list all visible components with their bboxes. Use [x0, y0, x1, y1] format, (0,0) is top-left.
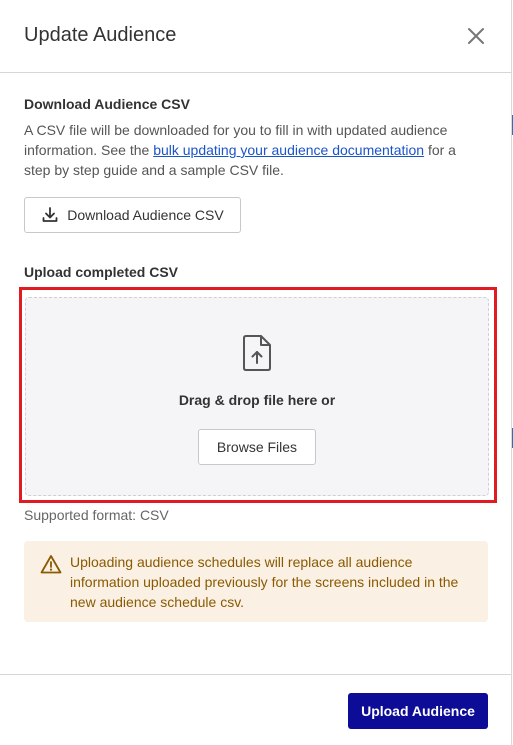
download-csv-label: Download Audience CSV: [67, 207, 224, 223]
modal-title: Update Audience: [24, 24, 177, 46]
close-icon: [468, 28, 484, 44]
upload-audience-button[interactable]: Upload Audience: [348, 693, 488, 729]
page: Update Audience Download Audience CSV A …: [0, 0, 513, 745]
warning-text: Uploading audience schedules will replac…: [70, 554, 459, 610]
download-csv-button[interactable]: Download Audience CSV: [24, 197, 241, 233]
download-section-heading: Download Audience CSV: [24, 96, 190, 112]
download-description: A CSV file will be downloaded for you to…: [24, 120, 474, 180]
close-button[interactable]: [462, 22, 490, 50]
download-icon: [42, 207, 58, 222]
update-audience-modal: Update Audience Download Audience CSV A …: [0, 0, 512, 745]
documentation-link[interactable]: bulk updating your audience documentatio…: [153, 142, 424, 158]
modal-footer: Upload Audience: [0, 674, 511, 745]
warning-banner: Uploading audience schedules will replac…: [24, 541, 488, 622]
highlight-box: [19, 287, 497, 503]
warning-icon: [40, 555, 62, 574]
modal-header: Update Audience: [0, 0, 511, 73]
supported-format-note: Supported format: CSV: [24, 507, 169, 523]
upload-section-heading: Upload completed CSV: [24, 264, 179, 280]
